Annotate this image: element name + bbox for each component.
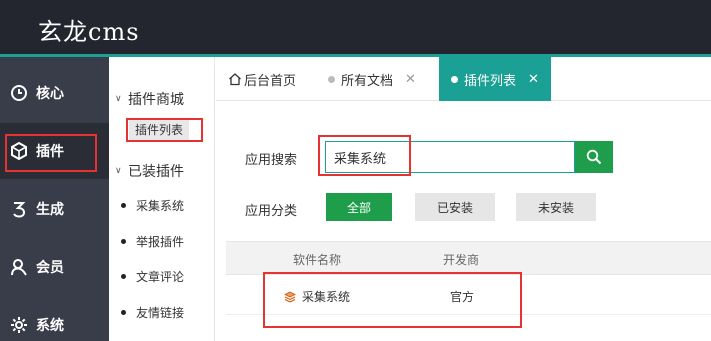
group-installed-plugins[interactable]: ∨ 已装插件 xyxy=(115,161,184,181)
bullet-icon xyxy=(121,239,126,244)
sub-item-report-plugin[interactable]: 举报插件 xyxy=(121,233,184,250)
sub-item-label: 采集系统 xyxy=(136,199,185,213)
chevron-down-icon: ∨ xyxy=(115,166,122,176)
bullet-icon xyxy=(121,310,126,315)
table-header: 软件名称 开发商 xyxy=(226,241,711,275)
search-label: 应用搜索 xyxy=(245,153,298,168)
nav-item-system[interactable]: 系统 xyxy=(0,297,109,341)
sub-nav: ∨ 插件商城 插件列表 ∨ 已装插件 采集系统 举报插件 文章评论 友情链接 xyxy=(109,57,215,341)
tab-bar: 后台首页 所有文档 ✕ 插件列表 ✕ xyxy=(216,57,711,101)
plugin-name-cell[interactable]: 采集系统 xyxy=(284,288,350,305)
chevron-down-icon: ∨ xyxy=(115,94,122,104)
sub-item-collect-system[interactable]: 采集系统 xyxy=(121,197,184,214)
plugin-table: 软件名称 开发商 采集系统 官方 xyxy=(226,241,711,341)
nav-item-generate[interactable]: 生成 xyxy=(0,181,109,237)
tab-plugin-list[interactable]: 插件列表 ✕ xyxy=(439,57,551,101)
cube-icon xyxy=(8,140,30,162)
tab-dot-icon xyxy=(328,75,335,83)
app-window: 玄龙cms 核心 插件 生成 会员 系统 ∨ 插件商城 插件列表 ∨ 已装插件 … xyxy=(0,0,711,341)
nav-item-members[interactable]: 会员 xyxy=(0,239,109,295)
sub-item-label: 插件列表 xyxy=(135,123,184,137)
filter-not-installed-button[interactable]: 未安装 xyxy=(516,193,596,221)
plugin-developer: 官方 xyxy=(450,290,475,304)
column-header-developer: 开发商 xyxy=(443,253,480,267)
tab-home[interactable]: 后台首页 xyxy=(216,57,308,101)
column-header-name: 软件名称 xyxy=(293,253,342,267)
sub-item-label: 文章评论 xyxy=(136,270,185,284)
tab-label: 所有文档 xyxy=(341,73,394,89)
category-label: 应用分类 xyxy=(245,204,298,219)
bullet-icon xyxy=(121,274,126,279)
filter-installed-button[interactable]: 已安装 xyxy=(415,193,495,221)
plugin-name: 采集系统 xyxy=(302,290,351,304)
clock-icon xyxy=(8,82,30,104)
group-title-label: 已装插件 xyxy=(128,164,184,180)
nav-item-label: 生成 xyxy=(36,202,64,218)
top-header: 玄龙cms xyxy=(0,0,711,57)
search-button[interactable] xyxy=(575,141,613,173)
close-icon[interactable]: ✕ xyxy=(405,72,416,87)
left-nav: 核心 插件 生成 会员 系统 xyxy=(0,57,109,341)
nav-item-plugins[interactable]: 插件 xyxy=(0,123,109,179)
close-icon[interactable]: ✕ xyxy=(528,72,539,87)
nav-item-label: 系统 xyxy=(36,318,64,334)
tab-dot-icon xyxy=(451,75,458,83)
bullet-icon xyxy=(121,203,126,208)
search-input[interactable]: 采集系统 xyxy=(325,141,575,173)
sub-item-article-comments[interactable]: 文章评论 xyxy=(121,268,184,285)
nav-item-label: 插件 xyxy=(36,144,64,160)
plugin-stack-icon xyxy=(284,291,296,303)
group-title-label: 插件商城 xyxy=(128,92,184,108)
tab-all-documents[interactable]: 所有文档 ✕ xyxy=(316,57,428,101)
sub-item-plugin-list[interactable]: 插件列表 xyxy=(129,119,190,140)
sub-item-label: 友情链接 xyxy=(136,306,185,320)
nav-item-label: 核心 xyxy=(36,86,64,102)
user-icon xyxy=(8,256,30,278)
app-logo[interactable]: 玄龙cms xyxy=(38,12,140,47)
nav-item-label: 会员 xyxy=(36,260,64,276)
filter-all-button[interactable]: 全部 xyxy=(326,193,392,221)
tab-label: 插件列表 xyxy=(464,73,517,89)
search-icon xyxy=(586,149,602,165)
tab-label: 后台首页 xyxy=(244,73,297,89)
sub-item-label: 举报插件 xyxy=(136,235,185,249)
home-icon xyxy=(228,72,242,86)
sub-item-friend-links[interactable]: 友情链接 xyxy=(121,304,184,321)
table-row[interactable]: 采集系统 官方 xyxy=(226,275,711,315)
number-3-icon xyxy=(8,198,30,220)
gear-icon xyxy=(8,314,30,336)
nav-item-core[interactable]: 核心 xyxy=(0,65,109,121)
group-plugin-market[interactable]: ∨ 插件商城 xyxy=(115,89,184,109)
